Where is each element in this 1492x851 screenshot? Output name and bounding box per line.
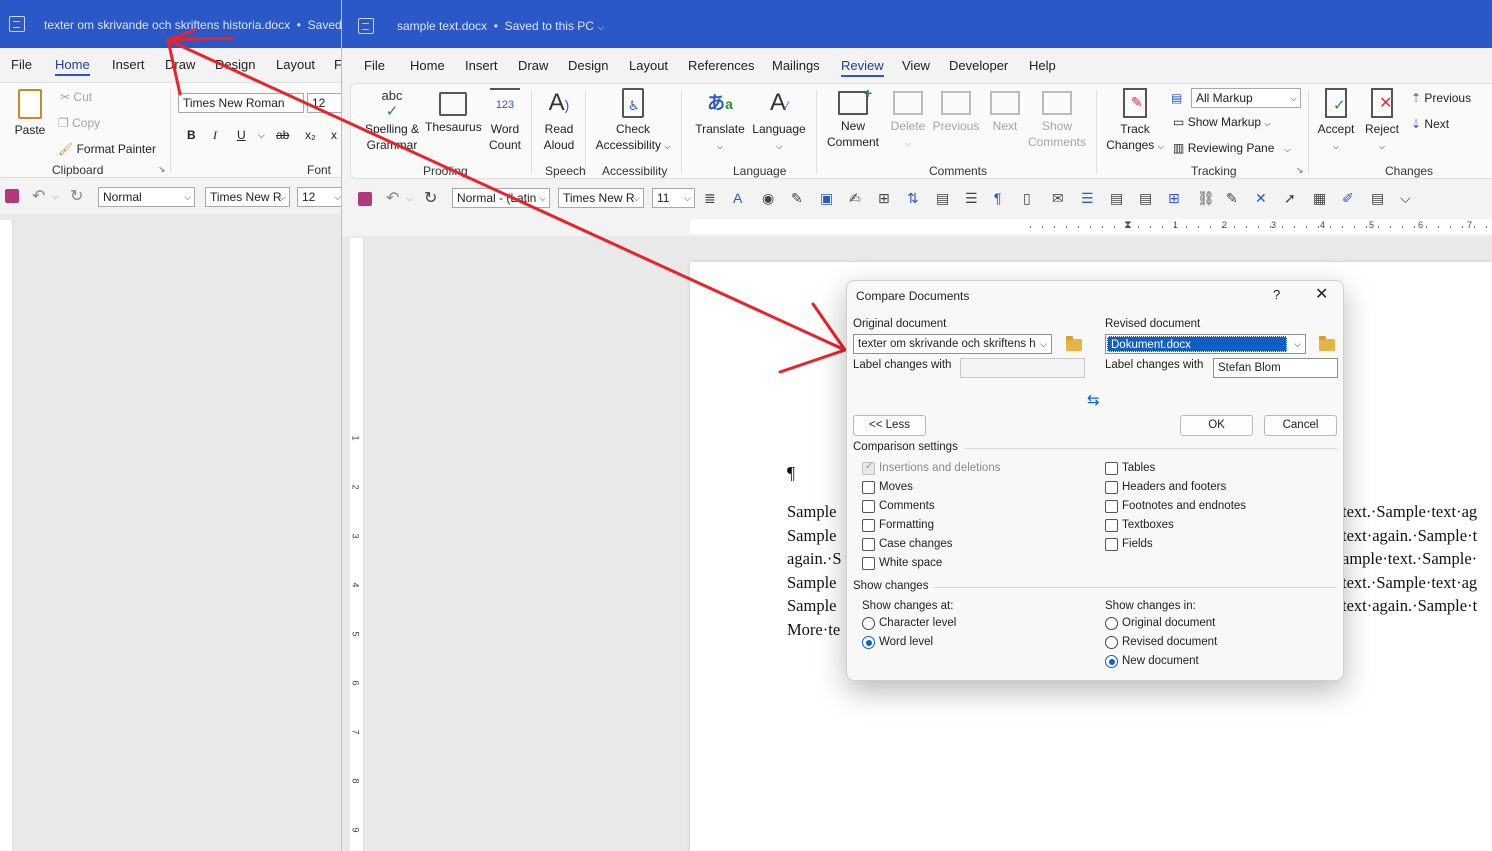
option-label: Footnotes and endnotes: [1122, 500, 1247, 512]
checkbox-white-space[interactable]: [862, 557, 875, 570]
check-icon: ✓: [865, 461, 874, 472]
dialog-title: Compare Documents: [856, 289, 970, 303]
radio-label: New document: [1122, 655, 1199, 667]
option-label: Headers and footers: [1122, 481, 1227, 493]
comparison-settings-heading: Comparison settings: [853, 441, 958, 453]
radio-new-document[interactable]: [1105, 655, 1118, 668]
option-label: Fields: [1122, 538, 1153, 550]
show-changes-heading: Show changes: [853, 580, 929, 592]
option-label: Case changes: [879, 538, 953, 550]
checkbox-formatting[interactable]: [862, 519, 875, 532]
label-changes-revised-label: Label changes with: [1105, 359, 1204, 371]
option-label: Textboxes: [1122, 519, 1174, 531]
folder-open-icon[interactable]: [1066, 336, 1082, 351]
cancel-button[interactable]: Cancel: [1264, 415, 1337, 436]
show-changes-at-label: Show changes at:: [862, 600, 954, 612]
radio-label: Word level: [879, 636, 934, 648]
swap-documents-icon[interactable]: ⇆: [1087, 391, 1100, 409]
radio-label: Revised document: [1122, 636, 1218, 648]
option-label: Tables: [1122, 462, 1156, 474]
radio-revised-document[interactable]: [1105, 636, 1118, 649]
option-label: White space: [879, 557, 943, 569]
checkbox-tables[interactable]: [1105, 462, 1118, 475]
ok-button[interactable]: OK: [1180, 415, 1253, 436]
folder-open-icon[interactable]: [1319, 336, 1335, 351]
revised-document-label: Revised document: [1105, 318, 1201, 330]
option-label: Insertions and deletions: [879, 462, 1001, 474]
original-document-combo[interactable]: texter om skrivande och skriftens h ⌵: [853, 334, 1052, 354]
radio-character-level[interactable]: [862, 617, 875, 630]
original-document-label: Original document: [853, 318, 947, 330]
radio-label: Original document: [1122, 617, 1216, 629]
close-icon[interactable]: ✕: [1315, 284, 1328, 304]
checkbox-case-changes[interactable]: [862, 538, 875, 551]
label-changes-original-label: Label changes with: [853, 359, 952, 371]
checkbox-headers-and-footers[interactable]: [1105, 481, 1118, 494]
radio-label: Character level: [879, 617, 957, 629]
label-changes-original-input[interactable]: [960, 358, 1085, 378]
divider: [965, 448, 1337, 449]
less-button[interactable]: << Less: [853, 415, 926, 436]
radio-original-document[interactable]: [1105, 617, 1118, 630]
checkbox-footnotes-and-endnotes[interactable]: [1105, 500, 1118, 513]
checkbox-textboxes[interactable]: [1105, 519, 1118, 532]
show-changes-in-label: Show changes in:: [1105, 600, 1196, 612]
radio-word-level[interactable]: [862, 636, 875, 649]
revised-document-combo[interactable]: Dokument.docx ⌵: [1105, 334, 1306, 354]
checkbox-fields[interactable]: [1105, 538, 1118, 551]
compare-documents-dialog: Compare Documents ? ✕ Original document …: [846, 280, 1344, 681]
option-label: Comments: [879, 500, 935, 512]
label-changes-revised-input[interactable]: Stefan Blom: [1213, 358, 1338, 378]
option-label: Moves: [879, 481, 913, 493]
divider: [933, 587, 1337, 588]
desktop: texter om skrivande och skriftens histor…: [0, 0, 1492, 851]
checkbox-insertions-and-deletions[interactable]: ✓: [862, 461, 875, 475]
checkbox-moves[interactable]: [862, 481, 875, 494]
help-button[interactable]: ?: [1273, 287, 1280, 302]
option-label: Formatting: [879, 519, 934, 531]
checkbox-comments[interactable]: [862, 500, 875, 513]
